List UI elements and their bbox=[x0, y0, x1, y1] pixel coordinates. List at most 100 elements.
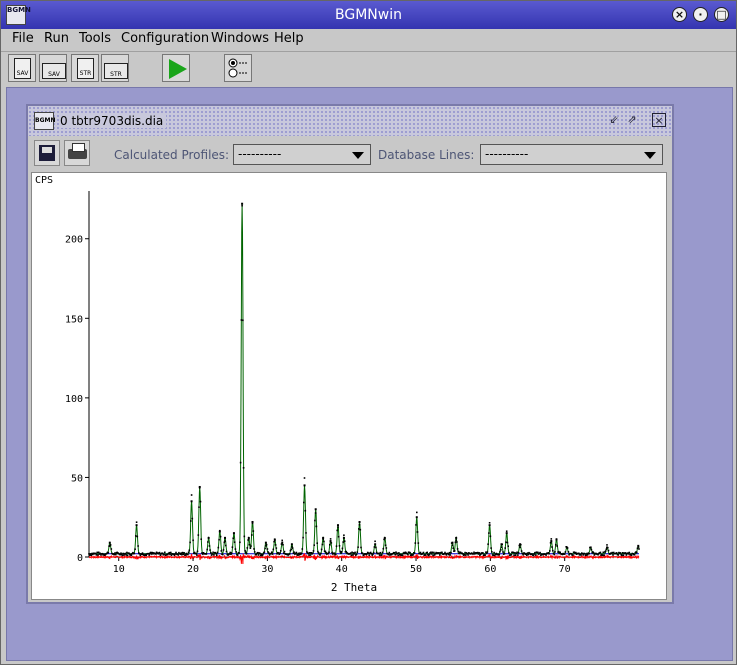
menu-configuration[interactable]: Configuration bbox=[121, 31, 209, 46]
observed-point bbox=[244, 549, 246, 552]
observed-point bbox=[625, 554, 628, 556]
observed-point bbox=[413, 552, 416, 554]
observed-point bbox=[245, 553, 248, 555]
menu-file[interactable]: File bbox=[12, 31, 34, 46]
observed-point bbox=[234, 548, 237, 550]
observed-point bbox=[419, 551, 422, 554]
observed-point bbox=[422, 551, 425, 554]
observed-point bbox=[133, 552, 136, 555]
observed-point bbox=[337, 526, 339, 529]
observed-point bbox=[246, 547, 249, 549]
x-tick-label: 40 bbox=[336, 564, 348, 575]
observed-point bbox=[621, 552, 624, 554]
observed-point bbox=[121, 554, 124, 557]
observed-point bbox=[401, 554, 404, 557]
observed-point bbox=[321, 543, 324, 546]
title-bar[interactable]: BGMN BGMNwin × · □ bbox=[1, 1, 736, 29]
observed-point bbox=[200, 538, 202, 540]
minimize-icon[interactable]: · bbox=[693, 7, 708, 22]
menu-windows[interactable]: Windows bbox=[211, 31, 269, 46]
observed-point bbox=[174, 553, 176, 555]
observed-point bbox=[612, 554, 614, 556]
observed-point bbox=[457, 550, 460, 553]
observed-point bbox=[505, 541, 507, 543]
observed-point bbox=[355, 553, 358, 556]
observed-point bbox=[341, 547, 344, 550]
maximize-icon[interactable]: □ bbox=[714, 7, 729, 22]
observed-point bbox=[517, 552, 520, 554]
observed-point bbox=[552, 549, 554, 552]
observed-point bbox=[288, 553, 291, 555]
peak-marker bbox=[565, 546, 568, 549]
observed-point bbox=[454, 541, 457, 544]
observed-point bbox=[238, 552, 240, 554]
peak-marker bbox=[198, 485, 201, 488]
observed-point bbox=[280, 550, 282, 552]
observed-point bbox=[136, 535, 139, 538]
frame-title-bar[interactable]: BGMN 0 tbtr9703dis.dia ⇙ ⇗ × bbox=[28, 106, 672, 136]
menu-tools[interactable]: Tools bbox=[79, 31, 111, 46]
observed-point bbox=[216, 554, 218, 557]
observed-point bbox=[107, 551, 110, 554]
observed-point bbox=[329, 538, 332, 540]
observed-point bbox=[633, 554, 636, 556]
observed-point bbox=[256, 551, 259, 554]
observed-point bbox=[233, 541, 236, 543]
peak-marker bbox=[218, 530, 221, 533]
observed-point bbox=[508, 551, 510, 554]
save-sav-button[interactable]: SAV bbox=[8, 54, 36, 82]
observed-point bbox=[556, 545, 558, 547]
observed-point bbox=[395, 551, 397, 553]
observed-point bbox=[417, 542, 420, 544]
diffraction-plot[interactable]: 0 50 100 150 200 10 20 30 40 50 60 70 CPS 2 Theta bbox=[31, 172, 667, 600]
observed-point bbox=[240, 319, 243, 321]
observed-point bbox=[315, 525, 318, 528]
diagram-frame: BGMN 0 tbtr9703dis.dia ⇙ ⇗ × Calculated … bbox=[26, 104, 674, 604]
observed-point bbox=[213, 554, 215, 556]
observed-point bbox=[450, 551, 452, 554]
observed-point bbox=[586, 554, 589, 556]
frame-app-icon[interactable]: BGMN bbox=[34, 112, 56, 130]
observed-point bbox=[441, 551, 443, 554]
observed-point bbox=[500, 546, 503, 549]
database-lines-select[interactable]: ---------- bbox=[480, 144, 663, 165]
observed-point bbox=[375, 546, 377, 549]
observed-point bbox=[328, 551, 330, 553]
save-button[interactable] bbox=[34, 140, 60, 166]
observed-point bbox=[266, 548, 269, 550]
observed-point bbox=[245, 551, 247, 554]
observed-point bbox=[279, 552, 281, 554]
open-sav-button[interactable]: SAV bbox=[39, 54, 67, 82]
options-button[interactable] bbox=[224, 54, 252, 82]
observed-point bbox=[264, 547, 266, 550]
observed-point bbox=[343, 540, 346, 542]
observed-point bbox=[617, 554, 619, 556]
observed-point bbox=[293, 551, 295, 553]
close-frame-icon[interactable]: × bbox=[652, 113, 666, 127]
open-str-button[interactable]: STR bbox=[101, 54, 129, 82]
iconify-icon[interactable]: ⇙ bbox=[607, 113, 621, 127]
observed-point bbox=[517, 554, 519, 556]
observed-point bbox=[506, 541, 509, 544]
peak-marker bbox=[135, 524, 138, 527]
menu-run[interactable]: Run bbox=[44, 31, 69, 46]
new-str-button[interactable]: STR bbox=[71, 54, 99, 82]
observed-point bbox=[325, 551, 327, 554]
observed-point bbox=[519, 546, 521, 549]
menu-help[interactable]: Help bbox=[274, 31, 304, 46]
observed-point bbox=[309, 554, 312, 556]
maximize-frame-icon[interactable]: ⇗ bbox=[625, 113, 639, 127]
observed-point bbox=[539, 551, 541, 554]
print-button[interactable] bbox=[64, 140, 90, 166]
observed-point bbox=[416, 511, 418, 514]
run-button[interactable] bbox=[162, 54, 190, 82]
peak-marker bbox=[336, 524, 339, 527]
observed-point bbox=[381, 554, 383, 556]
close-icon[interactable]: × bbox=[672, 7, 687, 22]
observed-point bbox=[415, 524, 417, 526]
observed-point bbox=[385, 547, 388, 549]
observed-point bbox=[187, 551, 190, 553]
calculated-profiles-select[interactable]: ---------- bbox=[233, 144, 371, 165]
observed-point bbox=[297, 552, 300, 555]
peak-marker bbox=[358, 520, 361, 523]
